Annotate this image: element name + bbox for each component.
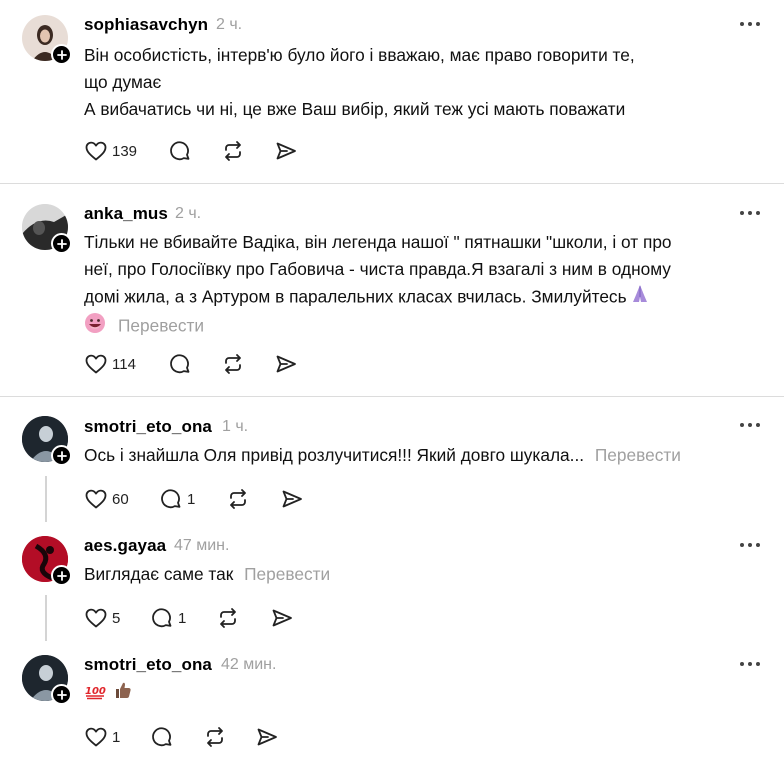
comment-line: Виглядає саме так (84, 564, 234, 584)
follow-plus-icon[interactable] (51, 445, 72, 466)
share-button[interactable] (274, 138, 298, 164)
share-icon (276, 355, 296, 373)
more-icon[interactable] (738, 20, 762, 28)
timestamp[interactable]: 2 ч. (216, 16, 242, 34)
comment-text: Ось і знайшла Оля привід розлучитися!!! … (84, 442, 681, 469)
repost-button[interactable] (225, 486, 251, 512)
comment-line: домі жила, а з Артуром в паралельних кла… (84, 286, 627, 307)
thread-line (45, 595, 47, 641)
repost-button[interactable] (202, 724, 228, 750)
share-icon (276, 142, 296, 160)
like-count: 60 (112, 490, 129, 508)
comment-icon (152, 608, 172, 628)
avatar[interactable] (22, 15, 72, 65)
reply-button[interactable] (168, 138, 192, 164)
like-count: 139 (112, 142, 138, 160)
username[interactable]: smotri_eto_ona (84, 417, 212, 437)
timestamp[interactable]: 47 мин. (174, 537, 229, 555)
timestamp[interactable]: 2 ч. (175, 205, 201, 223)
avatar[interactable] (22, 536, 72, 586)
like-count: 1 (112, 728, 121, 746)
repost-button[interactable] (220, 351, 246, 377)
like-button[interactable]: 1 (84, 724, 120, 750)
comment-line: Тільки не вбивайте Вадіка, він легенда н… (84, 232, 672, 252)
username[interactable]: sophiasavchyn (84, 15, 208, 35)
grinning-face-emoji (84, 312, 106, 342)
follow-plus-icon[interactable] (51, 565, 72, 586)
share-icon (272, 609, 292, 627)
comment-text: Він особистість, інтерв'ю було його і вв… (84, 42, 635, 123)
repost-icon (225, 141, 241, 161)
divider (0, 183, 784, 184)
heart-icon (85, 141, 107, 161)
folded-hands-emoji (629, 283, 651, 313)
heart-icon (85, 608, 107, 628)
comment-line: А вибачатись чи ні, це вже Ваш вибір, як… (84, 99, 626, 119)
share-button[interactable] (280, 486, 304, 512)
more-icon[interactable] (738, 660, 762, 668)
like-button[interactable]: 139 (84, 138, 137, 164)
more-icon[interactable] (738, 421, 762, 429)
like-count: 114 (112, 355, 136, 373)
comment-line-wrap: домі жила, а з Артуром в паралельних кла… (84, 283, 672, 313)
comment-text: Тільки не вбивайте Вадіка, він легенда н… (84, 229, 672, 342)
hundred-points-emoji: 100 (84, 681, 106, 708)
avatar[interactable] (22, 416, 72, 466)
comment-text: 100 (84, 680, 133, 708)
comment-line: Він особистість, інтерв'ю було його і вв… (84, 45, 635, 65)
comment-line-wrap: Перевести (84, 312, 672, 342)
follow-plus-icon[interactable] (51, 233, 72, 254)
divider (0, 396, 784, 397)
comment-line: що думає (84, 72, 162, 92)
like-button[interactable]: 60 (84, 486, 129, 512)
comment-line: Ось і знайшла Оля привід розлучитися!!! … (84, 445, 585, 465)
share-button[interactable] (270, 605, 294, 631)
reply-button[interactable] (150, 724, 174, 750)
follow-plus-icon[interactable] (51, 44, 72, 65)
translate-link[interactable]: Перевести (244, 564, 330, 584)
comment-icon (152, 727, 172, 747)
comment-icon (170, 354, 190, 374)
timestamp[interactable]: 42 мин. (221, 656, 276, 674)
username[interactable]: smotri_eto_ona (84, 655, 212, 675)
heart-icon (85, 489, 107, 509)
reply-button[interactable] (168, 351, 192, 377)
repost-button[interactable] (215, 605, 241, 631)
reply-button[interactable]: 1 (159, 486, 195, 512)
like-button[interactable]: 114 (84, 351, 136, 377)
thumbs-up-emoji (113, 680, 133, 708)
avatar[interactable] (22, 655, 72, 705)
more-icon[interactable] (738, 541, 762, 549)
follow-plus-icon[interactable] (51, 684, 72, 705)
timestamp[interactable]: 1 ч. (222, 418, 248, 436)
reply-count: 1 (187, 490, 196, 508)
reply-count: 1 (178, 609, 187, 627)
repost-icon (207, 727, 223, 747)
username[interactable]: aes.gayaa (84, 536, 166, 556)
like-button[interactable]: 5 (84, 605, 120, 631)
share-button[interactable] (255, 724, 279, 750)
share-icon (257, 728, 277, 746)
repost-icon (220, 608, 236, 628)
share-icon (282, 490, 302, 508)
username[interactable]: anka_mus (84, 204, 168, 224)
repost-button[interactable] (220, 138, 246, 164)
translate-link[interactable]: Перевести (118, 316, 204, 336)
reply-button[interactable]: 1 (150, 605, 186, 631)
translate-link[interactable]: Перевести (595, 445, 681, 465)
comment-icon (170, 141, 190, 161)
share-button[interactable] (274, 351, 298, 377)
thread-line (45, 476, 47, 522)
comment-line: неї, про Голосіївку про Габовича - чиста… (84, 259, 671, 279)
repost-icon (225, 354, 241, 374)
comment-icon (161, 489, 181, 509)
avatar[interactable] (22, 204, 72, 254)
comment-text: Виглядає саме так Перевести (84, 561, 330, 588)
heart-icon (85, 354, 107, 374)
more-icon[interactable] (738, 209, 762, 217)
like-count: 5 (112, 609, 121, 627)
heart-icon (85, 727, 107, 747)
repost-icon (230, 489, 246, 509)
